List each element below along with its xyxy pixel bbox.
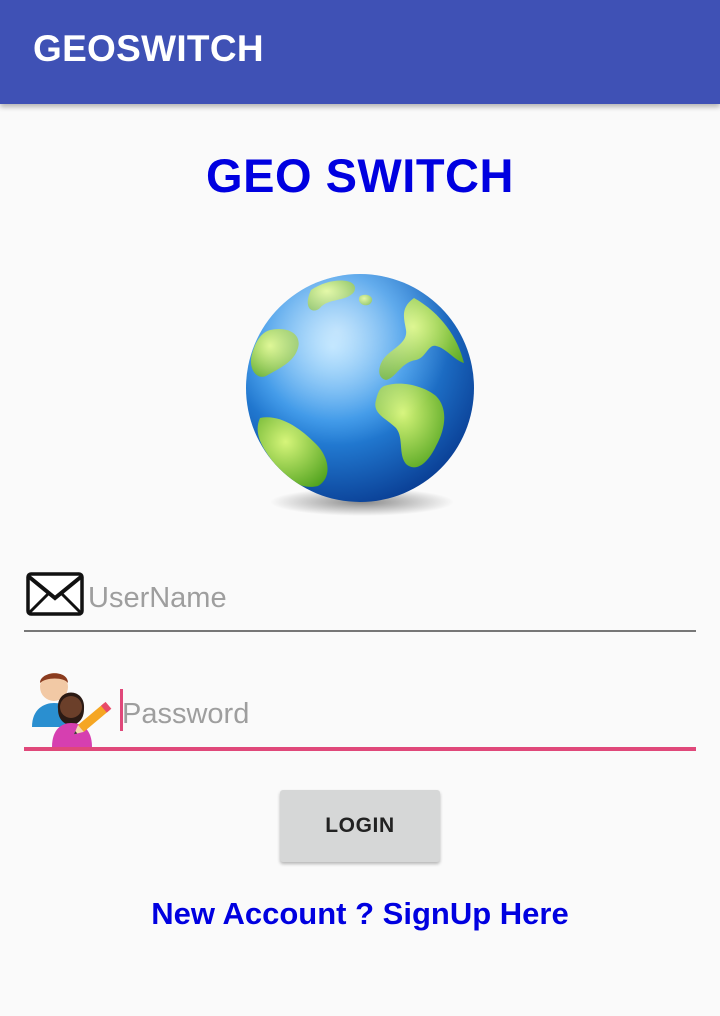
password-input[interactable] bbox=[122, 696, 682, 732]
app-bar: GEOSWITCH bbox=[0, 0, 720, 104]
mail-icon bbox=[26, 572, 84, 616]
app-bar-title: GEOSWITCH bbox=[33, 28, 264, 69]
username-input[interactable] bbox=[88, 580, 678, 616]
login-button[interactable]: LOGIN bbox=[280, 790, 440, 862]
users-edit-icon bbox=[32, 673, 112, 747]
username-field[interactable] bbox=[24, 560, 696, 632]
page-title: GEO SWITCH bbox=[206, 149, 514, 202]
signup-link[interactable]: New Account ? SignUp Here bbox=[0, 896, 720, 932]
globe-icon bbox=[246, 274, 474, 516]
password-field[interactable] bbox=[24, 665, 696, 751]
